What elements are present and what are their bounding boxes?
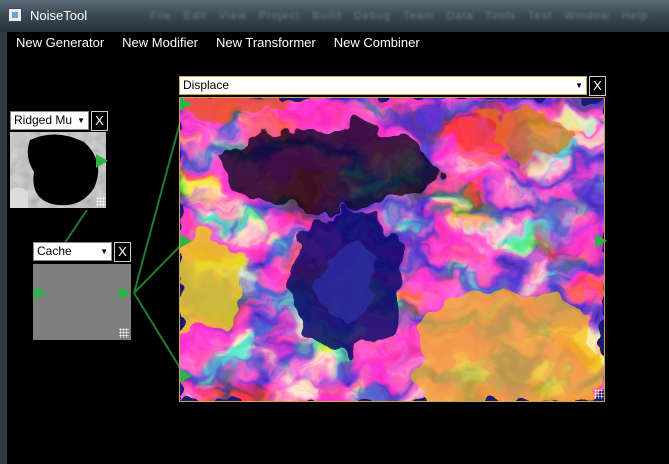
chevron-down-icon: ▼	[575, 81, 583, 90]
module-select-displace[interactable]: Displace ▼	[179, 76, 587, 95]
input-port-icon[interactable]	[34, 286, 46, 300]
cache-preview-image	[33, 264, 131, 340]
displace-preview-image	[179, 97, 605, 402]
input-port-x-icon[interactable]	[180, 234, 192, 248]
close-node-button[interactable]: X	[91, 111, 108, 131]
resize-grip-icon[interactable]	[96, 197, 106, 207]
cache-node[interactable]: Cache ▼ X	[33, 242, 133, 342]
menu-new-combiner[interactable]: New Combiner	[325, 32, 429, 54]
wire-cache-to-displace-mid	[133, 240, 186, 294]
ridged-preview-image	[10, 132, 106, 208]
chevron-down-icon: ▼	[77, 116, 85, 125]
module-select-ridged[interactable]: Ridged Mu ▼	[10, 111, 89, 130]
menu-new-generator[interactable]: New Generator	[7, 32, 113, 54]
window-title: NoiseTool	[30, 8, 88, 23]
close-node-button[interactable]: X	[114, 242, 131, 262]
module-select-label: Cache	[37, 244, 72, 258]
output-port-icon[interactable]	[119, 286, 131, 300]
module-select-cache[interactable]: Cache ▼	[33, 242, 112, 261]
canvas-area[interactable]: New Generator New Modifier New Transform…	[7, 32, 669, 464]
menu-new-transformer[interactable]: New Transformer	[207, 32, 325, 54]
module-select-label: Displace	[183, 78, 230, 92]
close-node-button[interactable]: X	[589, 76, 606, 96]
output-port-icon[interactable]	[96, 154, 108, 168]
wire-cache-to-displace-top	[133, 103, 186, 294]
chevron-down-icon: ▼	[100, 247, 108, 256]
resize-grip-icon[interactable]	[119, 328, 129, 338]
module-select-label: Ridged Mu	[14, 113, 73, 127]
wire-cache-to-displace-bottom	[133, 292, 186, 377]
menu-bar: New Generator New Modifier New Transform…	[7, 32, 429, 54]
title-bar: NoiseTool File Edit View Project Build D…	[0, 0, 669, 32]
displace-node[interactable]: Displace ▼ X	[179, 76, 607, 402]
window-frame-left	[0, 32, 7, 464]
wire-ridged-to-cache	[63, 209, 88, 245]
output-port-icon[interactable]	[595, 234, 607, 248]
input-port-y-icon[interactable]	[180, 369, 192, 383]
background-window-menu-blur: File Edit View Project Build Debug Team …	[150, 10, 649, 22]
menu-new-modifier[interactable]: New Modifier	[113, 32, 207, 54]
ridged-multi-node[interactable]: Ridged Mu ▼ X	[10, 111, 110, 211]
app-icon	[8, 8, 22, 22]
resize-grip-icon[interactable]	[594, 389, 604, 399]
input-port-source-icon[interactable]	[180, 97, 192, 111]
